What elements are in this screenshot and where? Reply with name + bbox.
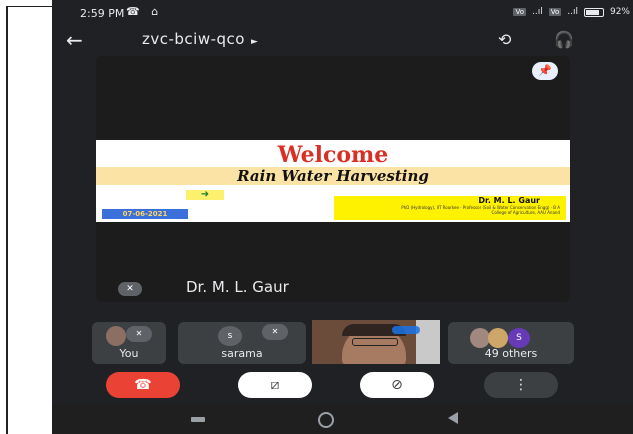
self-camera-tile[interactable] <box>312 320 440 364</box>
mic-off-icon: ✕ <box>118 282 142 296</box>
participant-label: sarama <box>221 347 263 360</box>
avatar: s <box>218 326 242 346</box>
recents-icon[interactable] <box>191 417 205 422</box>
end-call-button[interactable]: ☎ <box>106 372 180 398</box>
status-bar: 2:59 PM ☎ ⌂ Vo ..ıl Vo ..ıl 92% <box>52 0 633 26</box>
slide-date: 07-06-2021 <box>102 209 188 219</box>
participant-tile-sarama[interactable]: s ✕ sarama <box>178 322 306 364</box>
arrow-back-icon[interactable]: ← <box>66 28 83 52</box>
mic-off-icon: ✕ <box>126 326 152 342</box>
home-icon[interactable] <box>318 412 334 428</box>
camera-toggle-button[interactable]: ⧄ <box>238 372 312 398</box>
volte-badge: Vo <box>513 8 526 16</box>
slide-author-details: PhD (Hydrology), IIT Roorkee · Professor… <box>401 205 560 215</box>
slide-author-name: Dr. M. L. Gaur <box>478 196 540 205</box>
meeting-code[interactable]: zvc-bciw-qco ► <box>142 30 258 48</box>
participant-tile-you[interactable]: ✕ You <box>92 322 166 364</box>
avatar <box>470 328 490 348</box>
camera-off-icon: ⧄ <box>270 377 280 393</box>
slide-author-box: Dr. M. L. Gaur PhD (Hydrology), IIT Roor… <box>334 196 566 220</box>
slide-subtitle: Rain Water Harvesting <box>237 167 429 185</box>
speaking-indicator <box>392 326 420 334</box>
main-video-stage[interactable]: 📌 Welcome Rain Water Harvesting ➜ 07-06-… <box>96 56 570 302</box>
participant-label: 49 others <box>484 347 538 360</box>
status-right: Vo ..ıl Vo ..ıl 92% <box>513 7 630 17</box>
avatar <box>488 328 508 348</box>
meeting-code-text: zvc-bciw-qco <box>142 30 245 48</box>
android-nav-bar <box>52 404 633 434</box>
pin-icon[interactable]: 📌 <box>532 62 558 80</box>
battery-level: 92% <box>609 7 630 17</box>
mic-toggle-button[interactable]: ⊘ <box>360 372 434 398</box>
status-time: 2:59 PM <box>80 7 125 20</box>
more-options-button[interactable]: ⋮ <box>484 372 558 398</box>
slide-arrow-icon: ➜ <box>186 190 224 200</box>
speaker-name: Dr. M. L. Gaur <box>186 278 289 296</box>
slide-title: Welcome <box>277 142 389 168</box>
participant-label: You <box>119 347 139 360</box>
headphones-icon[interactable]: 🎧 <box>554 30 574 49</box>
caret-right-icon: ► <box>250 37 259 47</box>
status-notification-icons: ☎ ⌂ <box>126 5 163 18</box>
phone-screen: 2:59 PM ☎ ⌂ Vo ..ıl Vo ..ıl 92% ← zvc-bc… <box>52 0 633 434</box>
more-icon: ⋮ <box>514 377 528 393</box>
camera-flip-icon[interactable]: ⟲ <box>498 30 511 49</box>
signal-icon: ..ıl <box>531 7 543 17</box>
avatar: S <box>508 328 530 348</box>
left-border <box>6 6 8 434</box>
back-triangle-icon[interactable] <box>448 412 458 424</box>
mic-off-icon: ✕ <box>262 324 288 340</box>
camera-background <box>416 320 440 364</box>
meeting-app-bar: ← zvc-bciw-qco ► ⟲ 🎧 <box>52 26 633 54</box>
volte-badge-2: Vo <box>548 8 562 16</box>
presentation-slide: Welcome Rain Water Harvesting ➜ 07-06-20… <box>96 140 570 222</box>
signal-icon-2: ..ıl <box>567 7 578 17</box>
camera-glasses <box>352 338 398 346</box>
participant-tile-others[interactable]: S 49 others <box>448 322 574 364</box>
battery-icon <box>583 7 604 17</box>
end-call-icon: ☎ <box>134 377 152 393</box>
mic-off-icon: ⊘ <box>391 377 403 393</box>
avatar <box>106 326 126 346</box>
